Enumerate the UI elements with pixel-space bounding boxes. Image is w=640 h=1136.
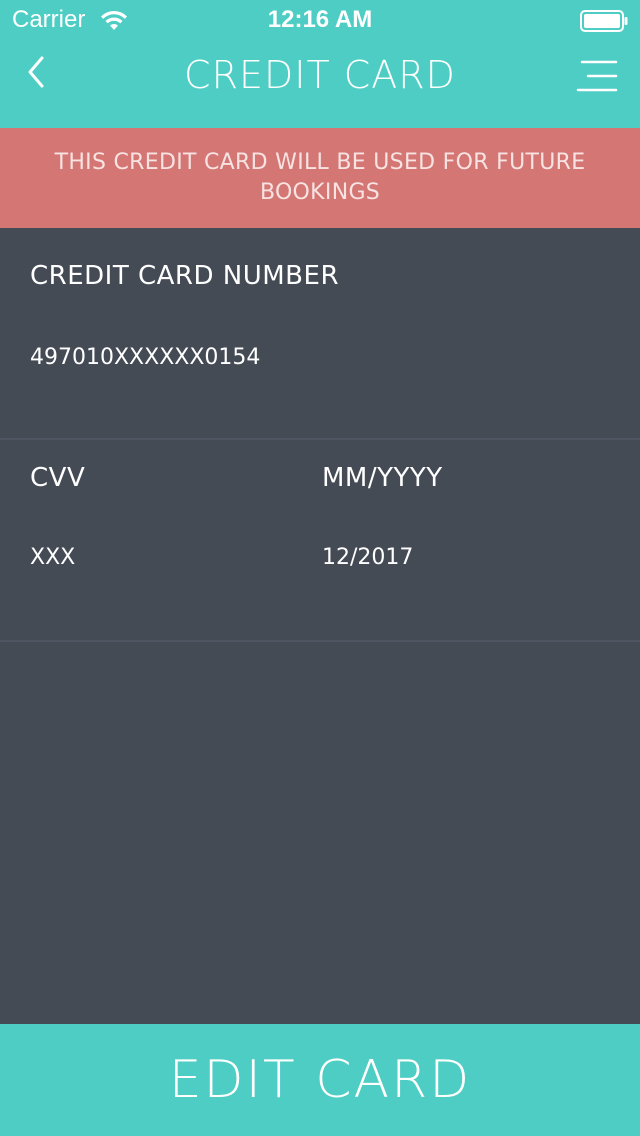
cvv-value: XXX: [30, 545, 76, 570]
status-time: 12:16 AM: [267, 6, 373, 33]
card-number-label: CREDIT CARD NUMBER: [30, 261, 340, 291]
hamburger-menu-icon: [576, 60, 618, 92]
edit-card-button[interactable]: EDIT CARD: [0, 1024, 640, 1136]
menu-button[interactable]: [576, 58, 618, 94]
chevron-left-icon: [28, 56, 44, 88]
card-number-section: CREDIT CARD NUMBER 497010XXXXXX0154: [0, 228, 640, 440]
expiry-value: 12/2017: [322, 545, 414, 570]
expiry-label: MM/YYYY: [322, 463, 443, 493]
info-banner: THIS CREDIT CARD WILL BE USED FOR FUTURE…: [0, 128, 640, 228]
credit-card-screen: Carrier 12:16 AM CREDIT CARD THIS CREDIT…: [0, 0, 640, 1136]
header: Carrier 12:16 AM CREDIT CARD: [0, 0, 640, 128]
page-title: CREDIT CARD: [184, 53, 456, 97]
status-bar: Carrier 12:16 AM: [0, 0, 640, 40]
cvv-label: CVV: [30, 463, 86, 493]
card-number-value: 497010XXXXXX0154: [30, 345, 261, 370]
back-button[interactable]: [20, 52, 64, 96]
nav-bar: CREDIT CARD: [0, 40, 640, 128]
battery-icon: [580, 10, 628, 32]
banner-text: THIS CREDIT CARD WILL BE USED FOR FUTURE…: [54, 150, 586, 205]
cvv-expiry-section: CVV XXX MM/YYYY 12/2017: [0, 440, 640, 642]
